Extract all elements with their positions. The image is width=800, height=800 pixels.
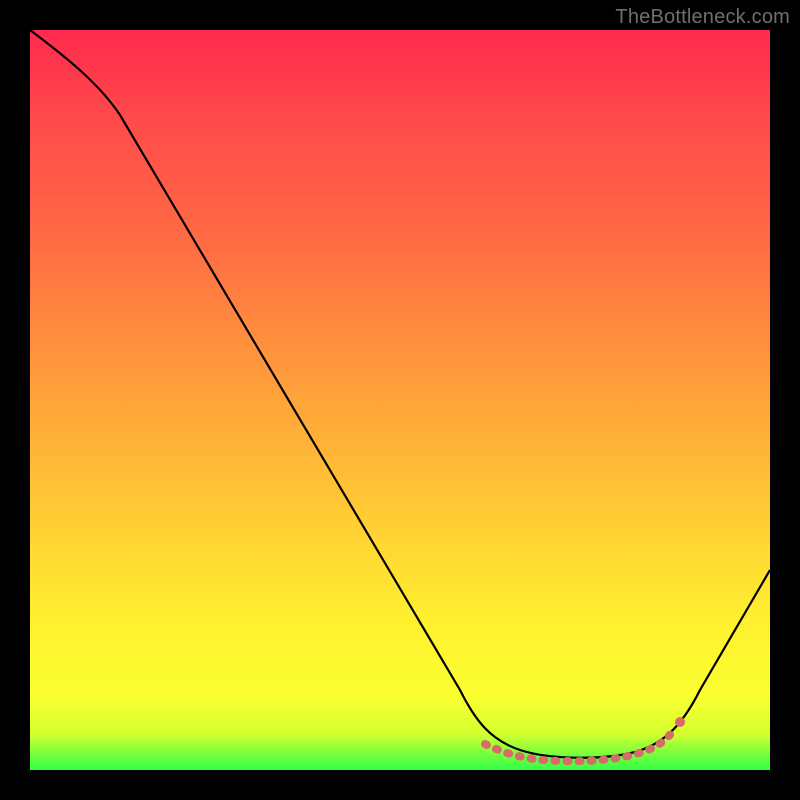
- highlight-end-dot: [675, 717, 685, 727]
- chart-frame: TheBottleneck.com: [0, 0, 800, 800]
- plot-area: [30, 30, 770, 770]
- watermark-text: TheBottleneck.com: [615, 6, 790, 29]
- highlight-band-path: [485, 730, 674, 761]
- curve-svg: [30, 30, 770, 770]
- bottleneck-curve-path: [30, 30, 770, 758]
